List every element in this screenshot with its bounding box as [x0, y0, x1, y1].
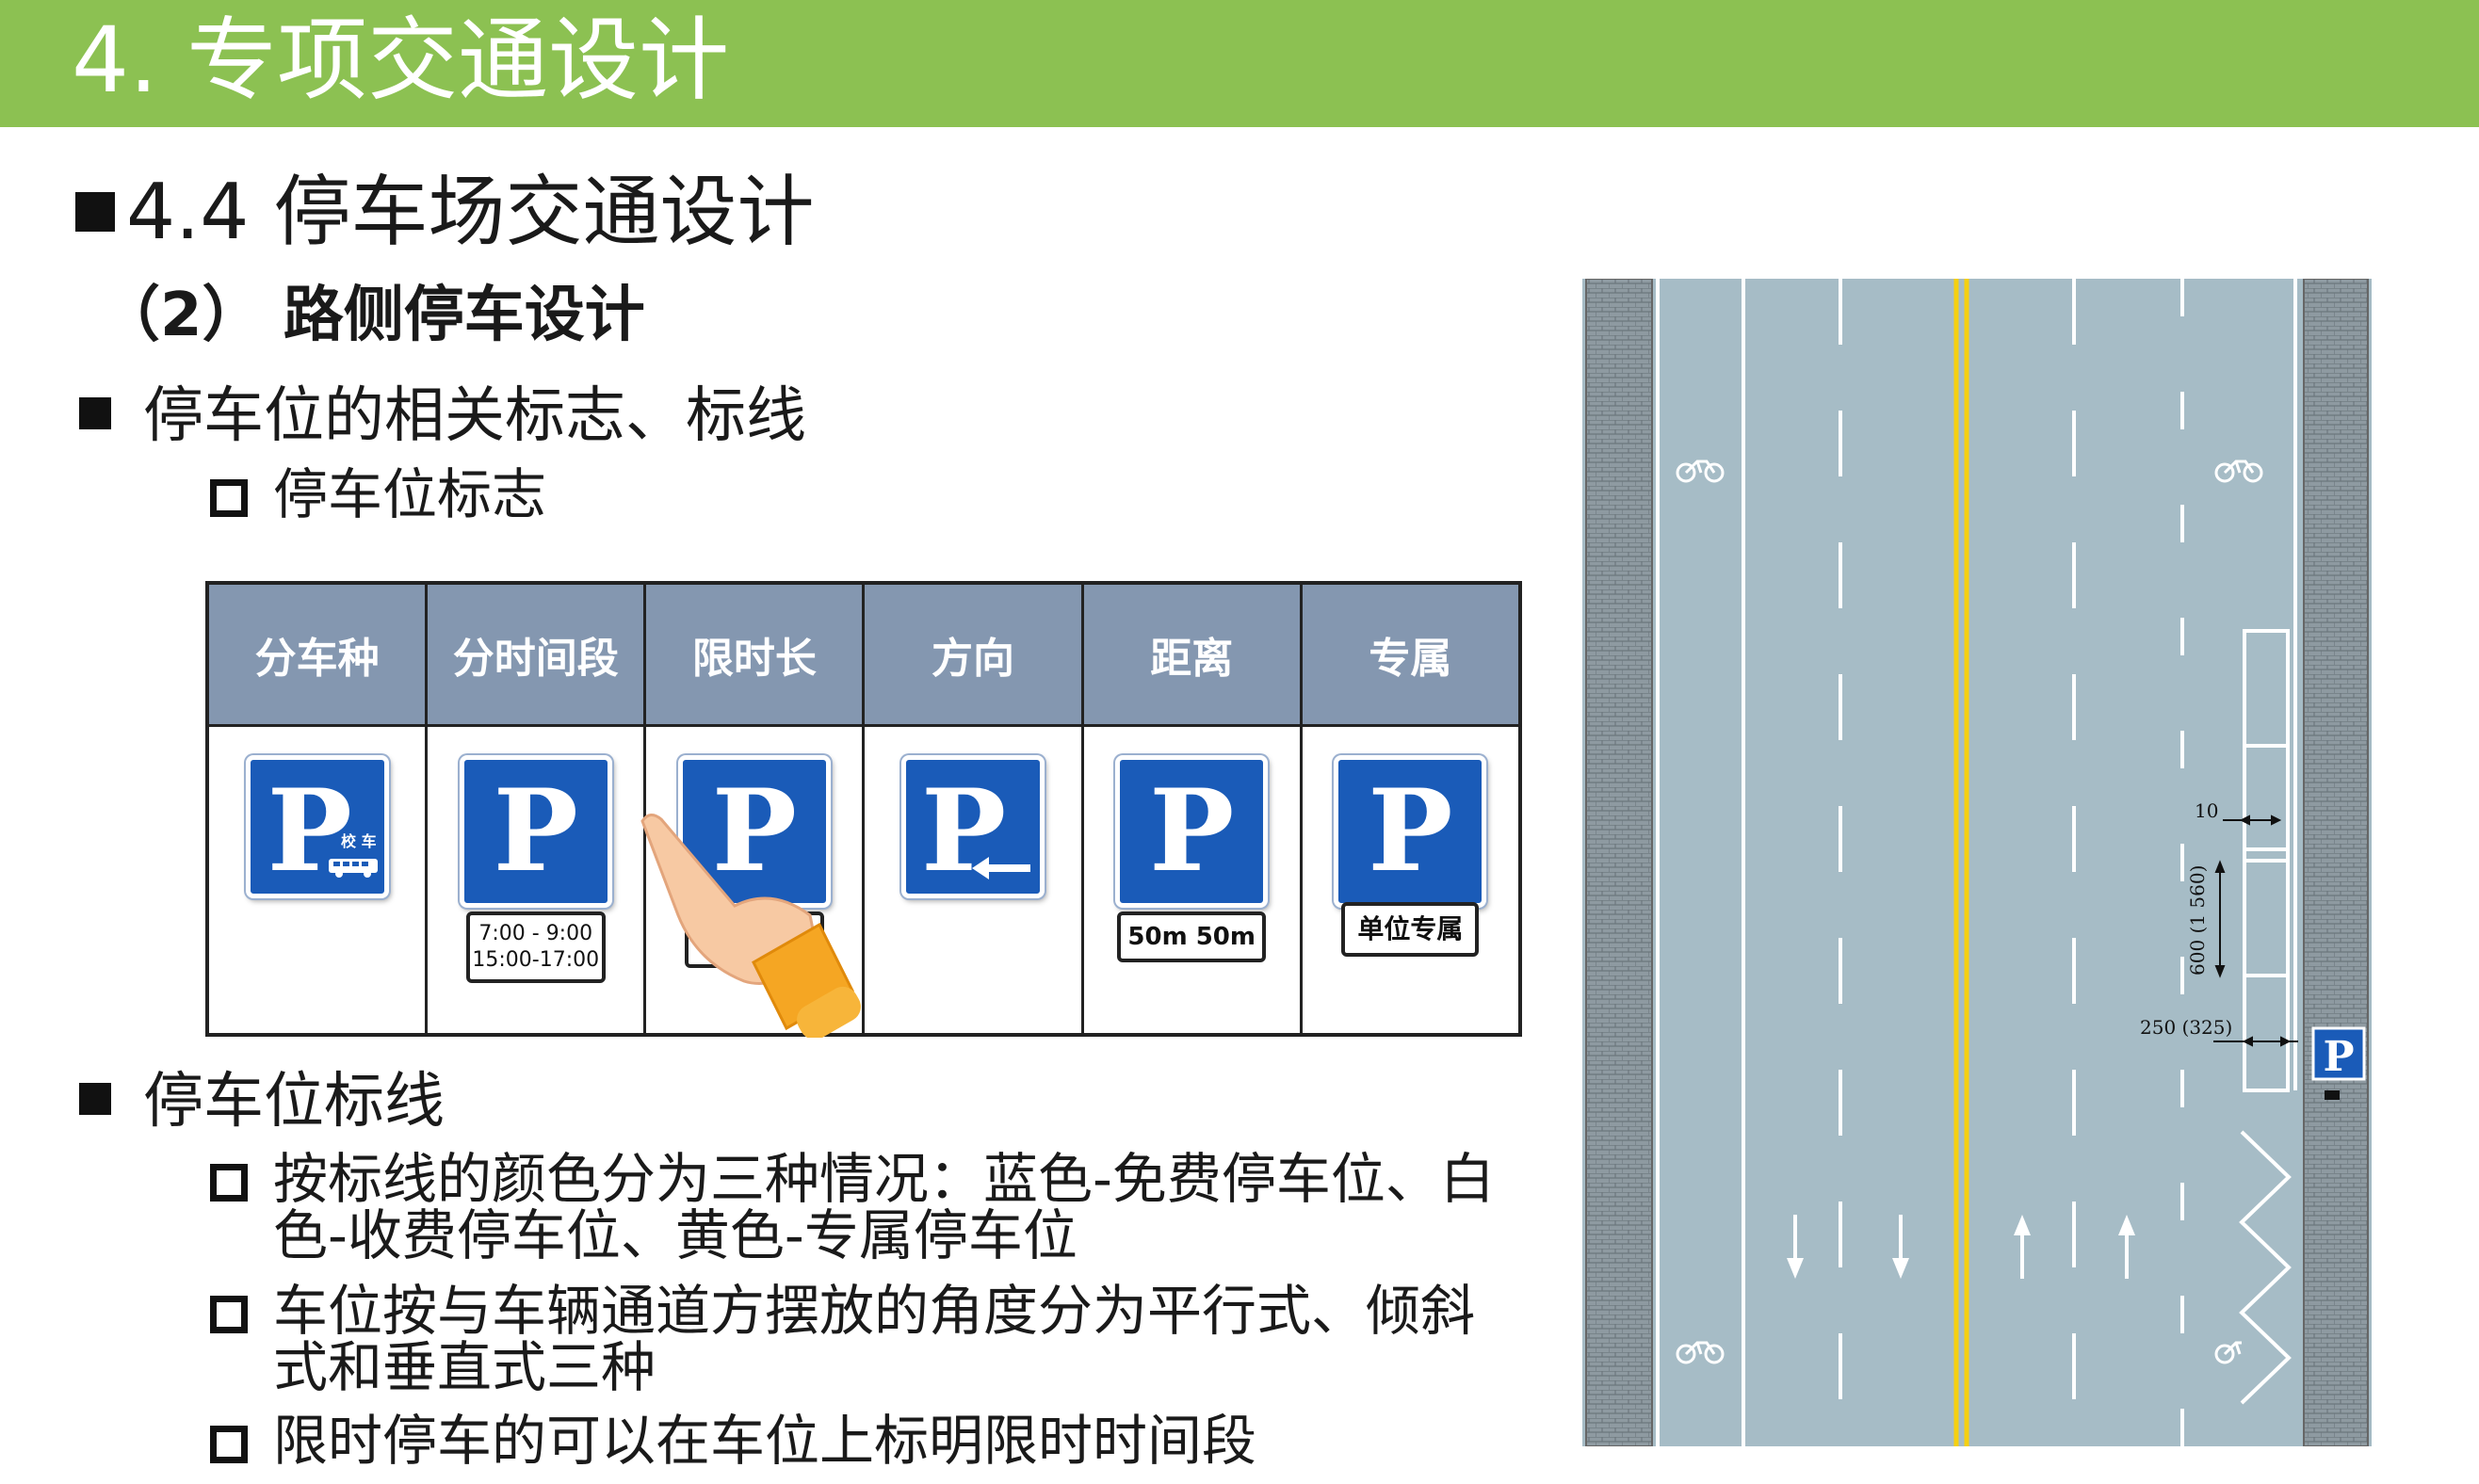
bullet-lines-heading: 停车位标线	[79, 1064, 445, 1139]
arrow-left-icon	[972, 857, 1031, 879]
roadside-parking-sign-letter: P	[2323, 1033, 2354, 1081]
sign-post-base	[2325, 1090, 2340, 1100]
table-header-cell: 限时长	[643, 581, 866, 727]
lines-item-time: 限时停车的可以在车位上标明限时时间段	[273, 1409, 1257, 1473]
bullet-signs-heading-text: 停车位的相关标志、标线	[143, 381, 806, 451]
hollow-square-icon	[210, 1426, 248, 1463]
dimension-label-600: 600 (1 560)	[2186, 865, 2209, 976]
sign-cell-exclusive: P 单位专属	[1299, 724, 1522, 1037]
pointing-hand-icon	[640, 814, 861, 1038]
table-header-row: 分车种 分时间段 限时长 方向 距离 专属	[205, 581, 1522, 727]
sign-cell-distance: P 50m 50m	[1080, 724, 1303, 1037]
sign-cell-time: P 7:00 - 9:00 15:00-17:00	[425, 724, 647, 1037]
sign-cell-vehicle: P 校 车	[205, 724, 429, 1037]
right-sidewalk	[2303, 279, 2369, 1446]
hollow-square-icon	[210, 1164, 248, 1202]
bullet-signs-sub: 停车位标志	[273, 462, 547, 526]
table-header-cell: 方向	[862, 581, 1084, 727]
distance-plate-text: 50m 50m	[1127, 923, 1256, 951]
lines-item-angle: 车位按与车辆通道方摆放的角度分为平行式、倾斜式和垂直式三种	[273, 1279, 1476, 1399]
school-bus-label: 校 车	[341, 832, 377, 850]
table-header-cell: 距离	[1080, 581, 1303, 727]
bus-icon	[328, 859, 378, 878]
bullet-square-icon	[75, 191, 115, 232]
section-title: 4.4 停车场交通设计	[75, 166, 814, 260]
table-header-cell: 专属	[1299, 581, 1522, 727]
hollow-square-icon	[210, 1296, 248, 1333]
bullet-lines-heading-text: 停车位标线	[143, 1067, 445, 1137]
sign-cell-direction: P	[862, 724, 1084, 1037]
dimension-label-10: 10	[2195, 799, 2218, 822]
lines-item-color: 按标线的颜色分为三种情况：蓝色-免费停车位、白色-收费停车位、黄色-专属停车位	[273, 1147, 1495, 1267]
table-header-cell: 分车种	[205, 581, 429, 727]
dimension-label-250: 250 (325)	[2140, 1016, 2232, 1039]
bullet-square-icon	[79, 1083, 111, 1116]
bullet-square-icon	[79, 397, 111, 430]
section-title-text: 4.4 停车场交通设计	[126, 168, 815, 257]
parking-sign: P	[1115, 755, 1269, 908]
distance-plate: 50m 50m	[1117, 911, 1267, 962]
exclusive-plate: 单位专属	[1341, 902, 1480, 957]
parking-sign: P	[901, 755, 1045, 898]
slide-title: 4. 专项交通设计	[72, 8, 730, 113]
road-marking-diagram: 10 600 (1 560) 250 (325) P	[1582, 279, 2372, 1446]
parking-sign: P 校 车	[245, 755, 389, 898]
time-period-morning: 7:00 - 9:00	[478, 922, 593, 945]
parking-sign: P	[459, 755, 612, 908]
parking-sign: P	[1334, 755, 1487, 908]
table-header-cell: 分时间段	[425, 581, 647, 727]
bullet-signs-heading: 停车位的相关标志、标线	[79, 379, 806, 454]
time-period-plate: 7:00 - 9:00 15:00-17:00	[465, 911, 606, 983]
left-sidewalk	[1585, 279, 1653, 1446]
hollow-square-icon	[210, 479, 248, 517]
subsection-title: （2） 路侧停车设计	[100, 281, 645, 350]
time-period-afternoon: 15:00-17:00	[472, 948, 600, 972]
